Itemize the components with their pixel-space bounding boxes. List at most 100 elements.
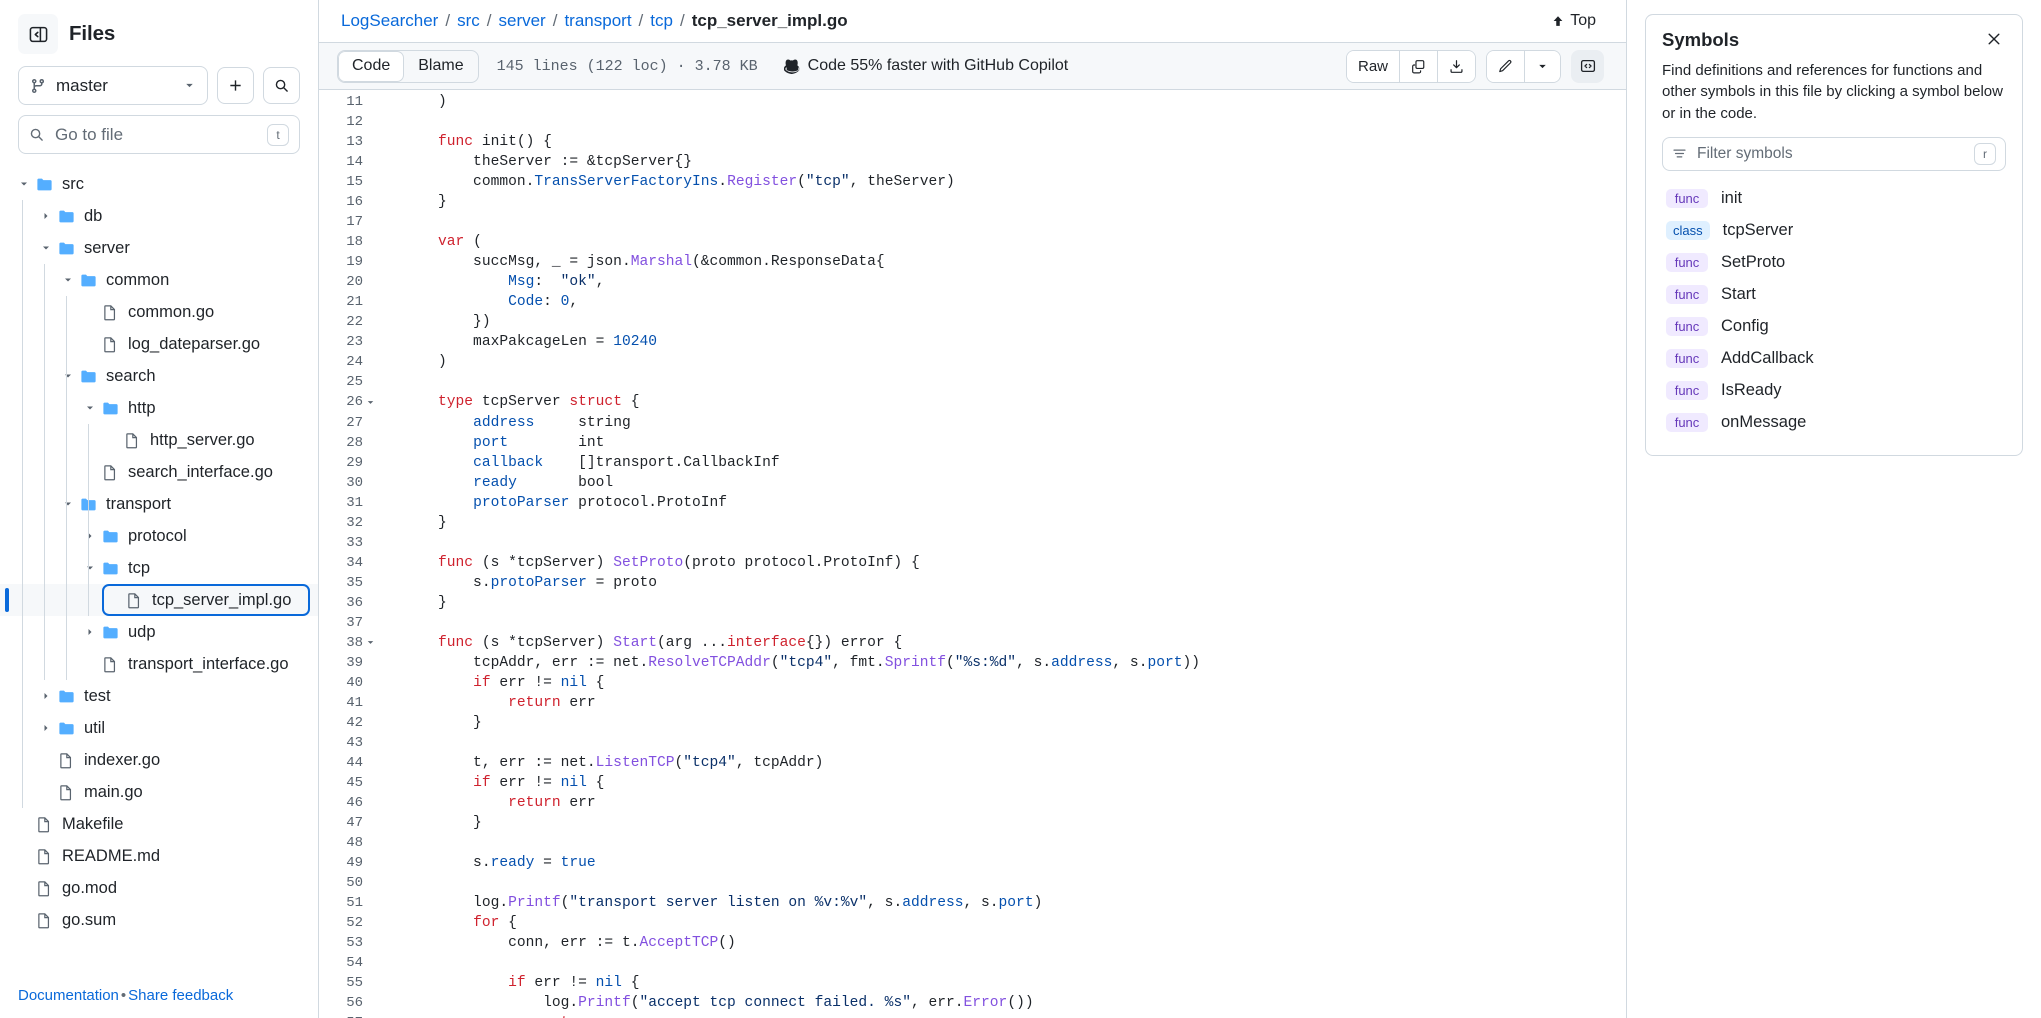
line-number[interactable]: 46: [319, 793, 365, 813]
code-text[interactable]: Code: 0,: [387, 292, 578, 312]
line-number[interactable]: 52: [319, 913, 365, 933]
code-text[interactable]: protoParser protocol.ProtoInf: [387, 493, 727, 513]
code-text[interactable]: common.TransServerFactoryIns.Register("t…: [387, 172, 955, 192]
line-number[interactable]: 38: [319, 633, 365, 653]
breadcrumb-segment[interactable]: transport: [564, 11, 631, 31]
tree-folder-row[interactable]: common: [0, 264, 318, 296]
share-feedback-link[interactable]: Share feedback: [128, 987, 233, 1004]
tree-file-row[interactable]: indexer.go: [0, 744, 318, 776]
tree-folder-row[interactable]: test: [0, 680, 318, 712]
tree-folder-row[interactable]: server: [0, 232, 318, 264]
raw-button[interactable]: Raw: [1346, 50, 1400, 82]
tree-folder-row[interactable]: search: [0, 360, 318, 392]
code-text[interactable]: }: [387, 192, 447, 212]
line-number[interactable]: 23: [319, 332, 365, 352]
code-text[interactable]: callback []transport.CallbackInf: [387, 453, 780, 473]
line-number[interactable]: 45: [319, 773, 365, 793]
code-text[interactable]: type tcpServer struct {: [387, 392, 639, 412]
tree-folder-row[interactable]: tcp: [0, 552, 318, 584]
breadcrumb-segment[interactable]: server: [498, 11, 545, 31]
code-text[interactable]: if err != nil {: [387, 773, 604, 793]
line-number[interactable]: 26: [319, 392, 365, 412]
chevron-down-icon[interactable]: [58, 367, 77, 386]
breadcrumb-repo[interactable]: LogSearcher: [341, 11, 438, 31]
tree-file-row[interactable]: tcp_server_impl.go: [0, 584, 318, 616]
code-text[interactable]: return err: [387, 1013, 631, 1018]
line-number[interactable]: 25: [319, 372, 365, 392]
line-number[interactable]: 12: [319, 112, 365, 132]
code-fold-toggle-icon[interactable]: [365, 637, 387, 648]
code-text[interactable]: func (s *tcpServer) Start(arg ...interfa…: [387, 633, 902, 653]
tree-folder-row[interactable]: util: [0, 712, 318, 744]
code-text[interactable]: conn, err := t.AcceptTCP(): [387, 933, 736, 953]
line-number[interactable]: 16: [319, 192, 365, 212]
line-number[interactable]: 40: [319, 673, 365, 693]
code-text[interactable]: maxPakcageLen = 10240: [387, 332, 657, 352]
line-number[interactable]: 20: [319, 272, 365, 292]
code-text[interactable]: s.ready = true: [387, 853, 596, 873]
line-number[interactable]: 39: [319, 653, 365, 673]
line-number[interactable]: 31: [319, 493, 365, 513]
line-number[interactable]: 55: [319, 973, 365, 993]
tree-folder-row[interactable]: protocol: [0, 520, 318, 552]
symbol-row[interactable]: func SetProto: [1662, 247, 2006, 279]
tree-file-row[interactable]: search_interface.go: [0, 456, 318, 488]
code-text[interactable]: for {: [387, 913, 517, 933]
tab-code[interactable]: Code: [338, 50, 405, 82]
symbol-row[interactable]: func init: [1662, 183, 2006, 215]
tree-file-row[interactable]: http_server.go: [0, 424, 318, 456]
tree-file-row[interactable]: main.go: [0, 776, 318, 808]
chevron-down-icon[interactable]: [80, 399, 99, 418]
edit-more-button[interactable]: [1525, 50, 1560, 82]
code-text[interactable]: }: [387, 713, 482, 733]
chevron-down-icon[interactable]: [36, 239, 55, 258]
code-text[interactable]: succMsg, _ = json.Marshal(&common.Respon…: [387, 252, 885, 272]
symbol-row[interactable]: class tcpServer: [1662, 215, 2006, 247]
code-text[interactable]: if err != nil {: [387, 673, 604, 693]
code-text[interactable]: }): [387, 312, 491, 332]
code-text[interactable]: theServer := &tcpServer{}: [387, 152, 692, 172]
branch-selector[interactable]: master: [18, 66, 208, 105]
code-text[interactable]: tcpAddr, err := net.ResolveTCPAddr("tcp4…: [387, 653, 1200, 673]
code-text[interactable]: return err: [387, 793, 596, 813]
line-number[interactable]: 27: [319, 413, 365, 433]
copy-button[interactable]: [1400, 50, 1438, 82]
line-number[interactable]: 53: [319, 933, 365, 953]
copilot-promo[interactable]: Code 55% faster with GitHub Copilot: [783, 57, 1068, 75]
tree-file-row[interactable]: Makefile: [0, 808, 318, 840]
chevron-down-icon[interactable]: [58, 271, 77, 290]
tree-file-row[interactable]: go.mod: [0, 872, 318, 904]
symbols-filter-input[interactable]: [1695, 143, 1966, 164]
line-number[interactable]: 21: [319, 292, 365, 312]
tree-file-row[interactable]: log_dateparser.go: [0, 328, 318, 360]
breadcrumb-segment[interactable]: tcp: [650, 11, 673, 31]
close-icon[interactable]: [1982, 29, 2006, 49]
documentation-link[interactable]: Documentation: [18, 987, 119, 1004]
breadcrumb-segment[interactable]: src: [457, 11, 480, 31]
symbol-row[interactable]: func IsReady: [1662, 375, 2006, 407]
chevron-right-icon[interactable]: [80, 623, 99, 642]
code-text[interactable]: ): [387, 352, 447, 372]
line-number[interactable]: 36: [319, 593, 365, 613]
chevron-right-icon[interactable]: [80, 527, 99, 546]
code-text[interactable]: log.Printf("accept tcp connect failed. %…: [387, 993, 1033, 1013]
line-number[interactable]: 32: [319, 513, 365, 533]
line-number[interactable]: 14: [319, 152, 365, 172]
line-number[interactable]: 57: [319, 1013, 365, 1018]
code-text[interactable]: log.Printf("transport server listen on %…: [387, 893, 1042, 913]
tree-file-row[interactable]: go.sum: [0, 904, 318, 936]
download-button[interactable]: [1438, 50, 1475, 82]
code-text[interactable]: s.protoParser = proto: [387, 573, 657, 593]
code-text[interactable]: ): [387, 92, 447, 112]
code-content[interactable]: 11 ) 12 13 func init() {14 theServer := &t…: [319, 90, 1626, 1018]
symbols-filter-box[interactable]: r: [1662, 136, 2006, 171]
tree-file-row[interactable]: README.md: [0, 840, 318, 872]
line-number[interactable]: 54: [319, 953, 365, 973]
line-number[interactable]: 11: [319, 92, 365, 112]
line-number[interactable]: 13: [319, 132, 365, 152]
code-text[interactable]: port int: [387, 433, 604, 453]
code-text[interactable]: func (s *tcpServer) SetProto(proto proto…: [387, 553, 920, 573]
search-files-button[interactable]: [263, 67, 300, 104]
line-number[interactable]: 49: [319, 853, 365, 873]
tree-folder-row[interactable]: db: [0, 200, 318, 232]
